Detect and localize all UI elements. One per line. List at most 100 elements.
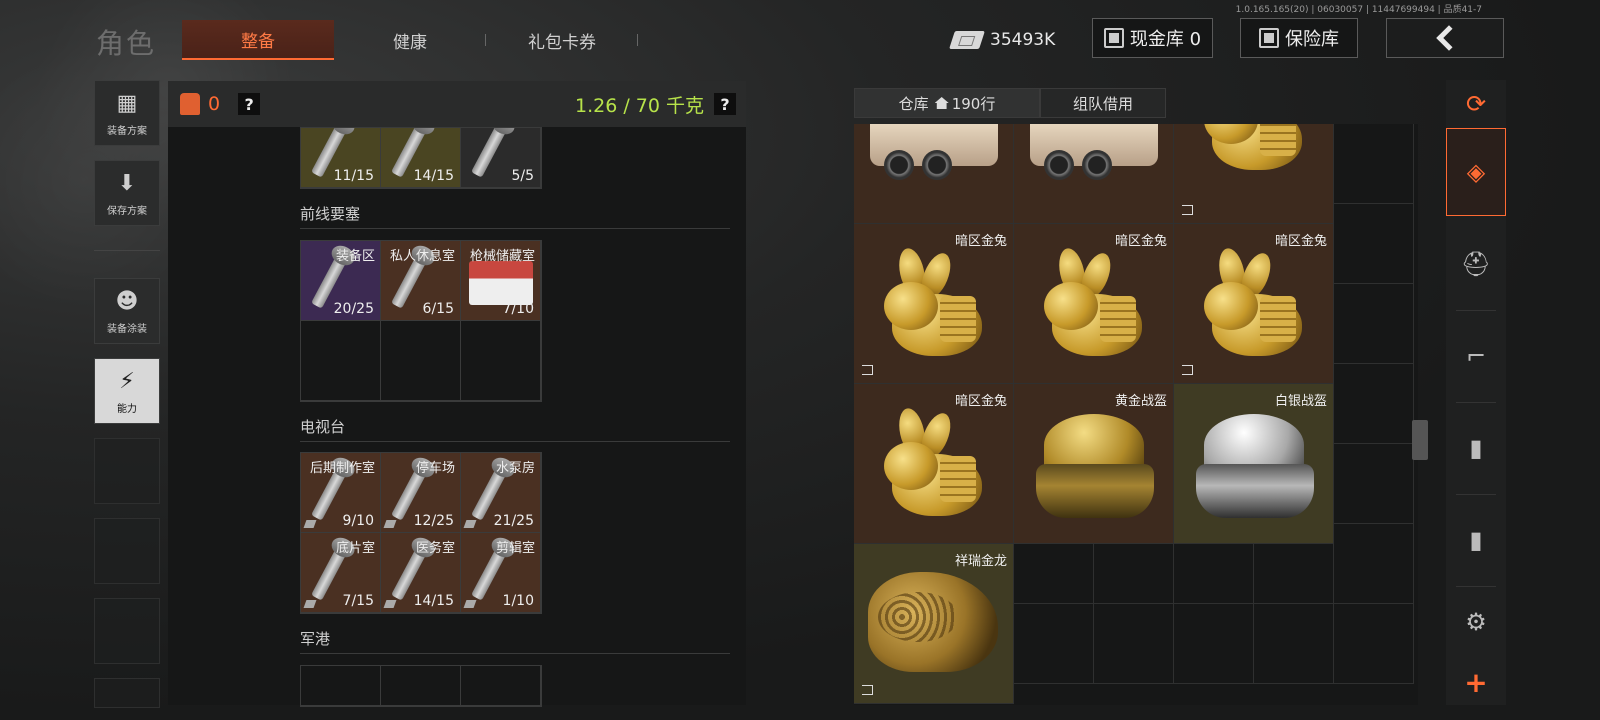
key-count: 9/10	[342, 513, 374, 529]
vault-icon	[1103, 28, 1124, 48]
gear-icon[interactable]: ⚙	[1446, 588, 1506, 656]
nav-ability[interactable]: ⚡ 能力	[94, 358, 160, 424]
tab-warehouse[interactable]: 仓库 190行	[854, 88, 1040, 118]
key-name: 枪械储藏室	[469, 249, 535, 264]
key-slot[interactable]: 医务室 14/15	[381, 533, 461, 613]
scope-lens	[922, 150, 952, 180]
empty-slot[interactable]	[301, 321, 381, 401]
empty-slot[interactable]	[301, 666, 381, 706]
nav-skins[interactable]: ☻ 装备涂装	[94, 278, 160, 344]
warehouse-empty-cell[interactable]	[1334, 444, 1414, 524]
tab-team-borrow[interactable]: 组队借用	[1040, 88, 1166, 118]
warehouse-empty-cell[interactable]	[1334, 604, 1414, 684]
warehouse-empty-cell[interactable]	[1334, 524, 1414, 604]
section-divider	[300, 441, 730, 442]
key-slot[interactable]: 水泵房 21/25	[461, 453, 541, 533]
scope-image	[1030, 124, 1158, 188]
rabbit-pack	[1100, 296, 1136, 342]
key-slot[interactable]: 后期制作室 9/10	[301, 453, 381, 533]
warehouse-item-rabbit[interactable]: 暗区金兔	[854, 384, 1014, 544]
key-name: 停车场	[415, 461, 455, 476]
key-slot[interactable]: 底片室 7/15	[301, 533, 381, 613]
warehouse-rows: 190行	[951, 94, 996, 113]
key-slot[interactable]: 停车场 12/25	[381, 453, 461, 533]
tab-health[interactable]: 健康	[334, 20, 486, 60]
item-name: 白银战盔	[1274, 394, 1327, 409]
key-slot[interactable]: 14/15	[381, 128, 461, 188]
back-button[interactable]	[1386, 18, 1504, 58]
nav-empty-slot	[94, 438, 160, 504]
cash-icon	[949, 31, 985, 49]
key-slot[interactable]: 装备区 20/25	[301, 241, 381, 321]
warehouse-empty-cell[interactable]	[1334, 284, 1414, 364]
tab-equip-label: 整备	[241, 31, 275, 52]
layers-icon[interactable]: ◈	[1446, 128, 1506, 216]
warehouse-empty-cell[interactable]	[1174, 604, 1254, 684]
warehouse-item-dragon[interactable]: 祥瑞金龙	[854, 544, 1014, 704]
nav-save-plan[interactable]: ⬇ 保存方案	[94, 160, 160, 226]
weight-help-button[interactable]: ?	[714, 93, 736, 115]
warehouse-empty-cell[interactable]	[1334, 364, 1414, 444]
empty-slot[interactable]	[381, 666, 461, 706]
layers-refresh-icon[interactable]: ⟳	[1446, 84, 1506, 124]
exit-icon	[1182, 365, 1193, 375]
cash-vault-button[interactable]: 现金库 0	[1092, 18, 1213, 58]
rabbit-pack	[1260, 296, 1296, 342]
warehouse-item-rabbit[interactable]	[1174, 124, 1334, 224]
tag-icon	[463, 600, 477, 608]
warehouse-empty-cell[interactable]	[1094, 604, 1174, 684]
scope-lens	[884, 150, 914, 180]
warehouse-scrollbar[interactable]	[1412, 420, 1428, 460]
safe-button[interactable]: 保险库	[1240, 18, 1358, 58]
rabbit-image	[1204, 124, 1304, 172]
warehouse-item-scope[interactable]	[854, 124, 1014, 224]
rabbit-image	[884, 406, 984, 518]
scope-lens	[1044, 150, 1074, 180]
magazine-icon[interactable]: ▮	[1446, 404, 1506, 492]
filter-divider	[1456, 586, 1496, 587]
key-name: 医务室	[415, 541, 455, 556]
rabbit-head	[1044, 282, 1098, 330]
warehouse-panel: 暗区金兔 暗区金兔 暗区金兔 暗区金兔 黄金战盔 白银战盔 祥瑞金龙	[854, 124, 1418, 705]
section-title: 电视台	[300, 418, 346, 436]
tag-icon	[383, 600, 397, 608]
warehouse-empty-cell[interactable]	[1014, 604, 1094, 684]
key-count: 6/15	[422, 301, 454, 317]
warehouse-item-rabbit[interactable]: 暗区金兔	[854, 224, 1014, 384]
key-count: 5/5	[511, 168, 534, 184]
item-name: 暗区金兔	[954, 234, 1007, 249]
safe-label: 保险库	[1285, 29, 1339, 50]
key-slot[interactable]: 11/15	[301, 128, 381, 188]
tab-health-label: 健康	[393, 32, 427, 53]
warehouse-item-rabbit[interactable]: 暗区金兔	[1014, 224, 1174, 384]
team-borrow-label: 组队借用	[1072, 94, 1133, 113]
ammo-icon[interactable]: ▮	[1446, 496, 1506, 584]
key-slot[interactable]: 5/5	[461, 128, 541, 188]
key-slot[interactable]: 剪辑室 1/10	[461, 533, 541, 613]
warehouse-item-silver-helmet[interactable]: 白银战盔	[1174, 384, 1334, 544]
warehouse-label: 仓库	[898, 94, 929, 113]
helmet-icon[interactable]: ⛑	[1446, 220, 1506, 308]
key-name: 水泵房	[495, 461, 535, 476]
tab-equip[interactable]: 整备	[182, 20, 334, 60]
key-name: 后期制作室	[309, 461, 375, 476]
empty-slot[interactable]	[461, 321, 541, 401]
rifle-icon[interactable]: ⌐	[1446, 312, 1506, 400]
warehouse-empty-cell[interactable]	[1334, 204, 1414, 284]
warehouse-item-scope[interactable]	[1014, 124, 1174, 224]
empty-slot[interactable]	[381, 321, 461, 401]
warehouse-empty-cell[interactable]	[1334, 124, 1414, 204]
empty-slot[interactable]	[461, 666, 541, 706]
tab-gift-cards[interactable]: 礼包卡券	[486, 20, 638, 60]
item-name: 暗区金兔	[1114, 234, 1167, 249]
warehouse-item-rabbit[interactable]: 暗区金兔	[1174, 224, 1334, 384]
warehouse-item-gold-helmet[interactable]: 黄金战盔	[1014, 384, 1174, 544]
key-slot[interactable]: 枪械储藏室 7/10	[461, 241, 541, 321]
key-slot[interactable]: 私人休息室 6/15	[381, 241, 461, 321]
armor-help-button[interactable]: ?	[238, 93, 261, 115]
nav-loadout-plan[interactable]: ▦ 装备方案	[94, 80, 160, 146]
tag-icon	[303, 600, 317, 608]
plus-icon[interactable]: +	[1446, 660, 1506, 704]
section-title: 军港	[300, 630, 331, 648]
warehouse-empty-cell[interactable]	[1254, 604, 1334, 684]
